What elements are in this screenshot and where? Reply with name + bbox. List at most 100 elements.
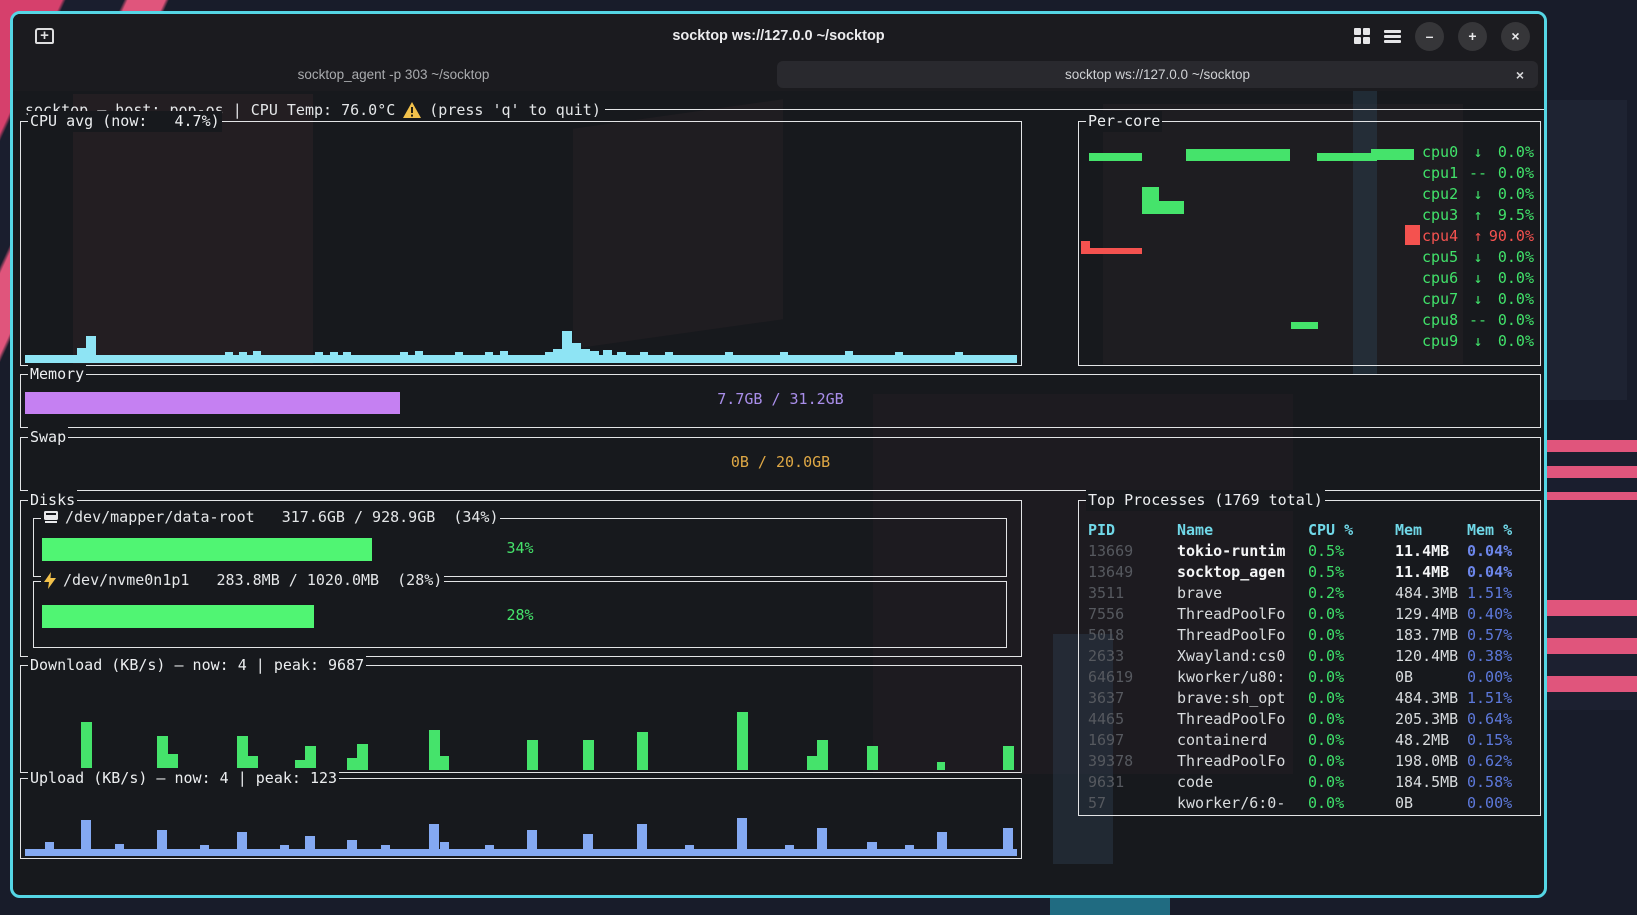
process-row[interactable]: 1697containerd0.0%48.2MB0.15% — [1080, 729, 1539, 750]
process-row[interactable]: 3511brave0.2%484.3MB1.51% — [1080, 582, 1539, 603]
process-name: Xwayland:cs0 — [1177, 647, 1308, 665]
cpu-history-bar — [239, 352, 247, 363]
cpu-history-bar — [415, 351, 423, 363]
process-pid: 4465 — [1088, 710, 1177, 728]
disk-data-root: /dev/mapper/data-root 317.6GB / 928.9GB … — [33, 518, 1007, 577]
cpu-history-graph — [25, 134, 1017, 364]
process-mem: 11.4MB — [1395, 542, 1467, 560]
process-mem: 0B — [1395, 794, 1467, 812]
disk-icon — [43, 510, 59, 524]
process-pct: 0.38% — [1467, 647, 1539, 665]
minimize-button[interactable]: – — [1415, 22, 1444, 51]
process-pct: 0.57% — [1467, 626, 1539, 644]
menu-icon[interactable] — [1384, 30, 1401, 43]
upload-bar — [583, 834, 593, 856]
process-row[interactable]: 57kworker/6:0-0.0%0B0.00% — [1080, 792, 1539, 813]
upload-bar — [237, 832, 247, 856]
process-row[interactable]: 2633Xwayland:cs00.0%120.4MB0.38% — [1080, 645, 1539, 666]
core-row-cpu3: cpu3↑9.5% — [1422, 204, 1534, 225]
top-processes-title: Top Processes (1769 total) — [1086, 490, 1325, 511]
process-row[interactable]: 5018ThreadPoolFo0.0%183.7MB0.57% — [1080, 624, 1539, 645]
process-name: ThreadPoolFo — [1177, 752, 1308, 770]
cpu-history-bar — [455, 352, 463, 363]
upload-panel: Upload (KB/s) — now: 4 | peak: 123 — [20, 778, 1022, 859]
tab-overview-icon[interactable] — [1354, 28, 1370, 44]
upload-bar — [937, 832, 947, 856]
cpu-avg-title: CPU avg (now: 4.7%) — [28, 111, 222, 132]
core-sparkline-segment — [1159, 201, 1184, 214]
core-sparkline-segment — [1142, 187, 1159, 214]
process-row[interactable]: 3637brave:sh_opt0.0%484.3MB1.51% — [1080, 687, 1539, 708]
core-row-cpu4: cpu4↑90.0% — [1422, 225, 1534, 246]
process-pid: 1697 — [1088, 731, 1177, 749]
cpu-history-bar — [665, 352, 673, 363]
cpu-history-bar — [253, 351, 261, 363]
maximize-button[interactable]: + — [1458, 22, 1487, 51]
process-row[interactable]: 13649socktop_agen0.5%11.4MB0.04% — [1080, 561, 1539, 582]
process-cpu: 0.0% — [1308, 710, 1395, 728]
core-sparkline-segment — [1089, 153, 1142, 161]
column-header[interactable]: CPU % — [1308, 521, 1395, 539]
process-row[interactable]: 4465ThreadPoolFo0.0%205.3MB0.64% — [1080, 708, 1539, 729]
download-bar — [807, 756, 817, 770]
cpu-history-bar — [330, 352, 338, 363]
process-row[interactable]: 39378ThreadPoolFo0.0%198.0MB0.62% — [1080, 750, 1539, 771]
process-cpu: 0.5% — [1308, 542, 1395, 560]
warning-icon — [402, 101, 422, 119]
process-pct: 0.58% — [1467, 773, 1539, 791]
core-row-cpu6: cpu6↓0.0% — [1422, 267, 1534, 288]
download-bar — [347, 758, 357, 770]
process-table-header: PIDNameCPU %MemMem % — [1080, 519, 1539, 540]
quit-hint-text: (press 'q' to quit) — [429, 101, 601, 119]
process-mem: 48.2MB — [1395, 731, 1467, 749]
process-pid: 3511 — [1088, 584, 1177, 602]
upload-bar — [527, 830, 537, 856]
process-mem: 129.4MB — [1395, 605, 1467, 623]
cpu-history-bar — [500, 351, 508, 363]
process-pct: 0.04% — [1467, 542, 1539, 560]
cpu-history-bar — [545, 352, 553, 363]
process-pct: 0.00% — [1467, 794, 1539, 812]
process-pid: 3637 — [1088, 689, 1177, 707]
tab-bar: socktop_agent -p 303 ~/socktop socktop w… — [13, 58, 1544, 91]
download-bar — [867, 746, 878, 770]
column-header[interactable]: Mem — [1395, 521, 1467, 539]
process-pid: 2633 — [1088, 647, 1177, 665]
process-row[interactable]: 7556ThreadPoolFo0.0%129.4MB0.40% — [1080, 603, 1539, 624]
process-row[interactable]: 64619kworker/u80:0.0%0B0.00% — [1080, 666, 1539, 687]
process-row[interactable]: 13669tokio-runtim0.5%11.4MB0.04% — [1080, 540, 1539, 561]
upload-bar — [905, 845, 914, 856]
download-bar — [637, 732, 648, 770]
process-cpu: 0.0% — [1308, 626, 1395, 644]
upload-bar — [785, 845, 794, 856]
swap-usage-label: 0B / 20.0GB — [21, 453, 1540, 471]
column-header[interactable]: Name — [1177, 521, 1308, 539]
download-bar — [527, 740, 538, 770]
process-cpu: 0.0% — [1308, 731, 1395, 749]
tab-socktop-active[interactable]: socktop ws://127.0.0 ~/socktop × — [777, 61, 1538, 88]
core-name: cpu9 — [1422, 332, 1468, 350]
process-cpu: 0.0% — [1308, 794, 1395, 812]
core-sparkline-segment — [1371, 149, 1414, 160]
process-pid: 64619 — [1088, 668, 1177, 686]
core-usage-value: 0.0% — [1488, 248, 1534, 266]
column-header[interactable]: PID — [1088, 521, 1177, 539]
tab-socktop-agent[interactable]: socktop_agent -p 303 ~/socktop — [13, 58, 774, 91]
process-row[interactable]: 9631code0.0%184.5MB0.58% — [1080, 771, 1539, 792]
core-trend-icon: -- — [1468, 311, 1488, 329]
upload-bar — [485, 845, 494, 856]
upload-bar — [867, 842, 877, 856]
core-row-cpu2: cpu2↓0.0% — [1422, 183, 1534, 204]
core-name: cpu2 — [1422, 185, 1468, 203]
disk-nvme: /dev/nvme0n1p1 283.8MB / 1020.0MB (28%) … — [33, 581, 1007, 648]
process-mem: 484.3MB — [1395, 689, 1467, 707]
core-usage-value: 0.0% — [1488, 290, 1534, 308]
process-cpu: 0.0% — [1308, 689, 1395, 707]
cpu-history-bar — [895, 352, 903, 363]
column-header[interactable]: Mem % — [1467, 521, 1539, 539]
upload-bar — [157, 830, 167, 856]
tab-close-icon[interactable]: × — [1516, 67, 1524, 83]
process-cpu: 0.0% — [1308, 752, 1395, 770]
core-sparkline-segment — [1081, 248, 1142, 254]
close-button[interactable]: × — [1501, 22, 1530, 51]
